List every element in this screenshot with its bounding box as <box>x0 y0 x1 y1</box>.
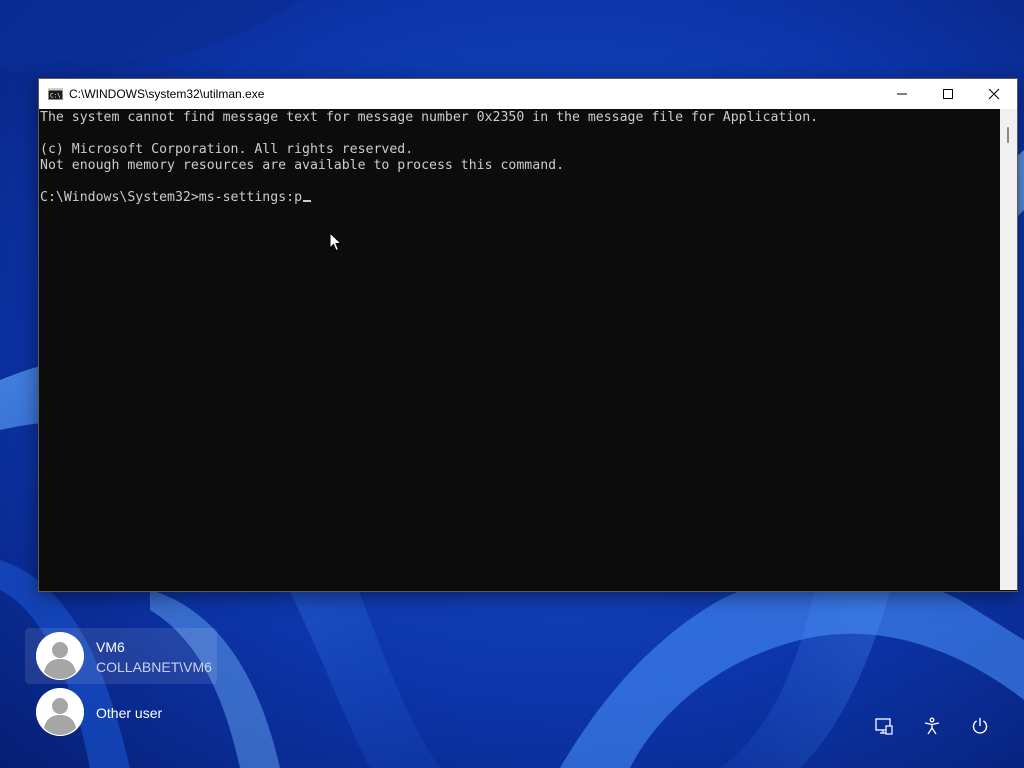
user-name: Other user <box>96 705 163 721</box>
user-name: VM6 <box>96 639 125 655</box>
user-avatar <box>36 632 84 680</box>
console-line: Not enough memory resources are availabl… <box>40 158 565 173</box>
command-input[interactable]: C:\Windows\System32>ms-settings:p <box>40 190 302 205</box>
console-window: C:\ C:\WINDOWS\system32\utilman.exe The … <box>38 78 1018 592</box>
title-bar[interactable]: C:\ C:\WINDOWS\system32\utilman.exe <box>39 79 1017 109</box>
console-icon: C:\ <box>48 88 63 100</box>
accessibility-icon <box>924 717 940 735</box>
vertical-scrollbar[interactable] <box>1000 109 1017 590</box>
scrollbar-thumb[interactable] <box>1007 127 1009 143</box>
user-avatar <box>36 688 84 736</box>
power-icon <box>972 717 988 734</box>
user-tile-vm6[interactable]: VM6 COLLABNET\VM6 <box>25 628 217 684</box>
user-avatar-icon <box>36 688 84 736</box>
window-title: C:\WINDOWS\system32\utilman.exe <box>69 87 265 101</box>
minimize-icon <box>897 93 907 95</box>
accessibility-button[interactable] <box>916 710 948 742</box>
user-tile-other-user[interactable]: Other user <box>25 684 217 740</box>
network-icon <box>875 718 893 735</box>
svg-text:C:\: C:\ <box>50 93 61 100</box>
user-domain: COLLABNET\VM6 <box>96 659 212 675</box>
minimize-button[interactable] <box>879 79 925 109</box>
console-output[interactable]: The system cannot find message text for … <box>39 109 999 589</box>
user-avatar-icon <box>36 632 84 680</box>
mouse-pointer-icon <box>329 232 343 252</box>
console-line: The system cannot find message text for … <box>40 110 819 125</box>
close-button[interactable] <box>971 79 1017 109</box>
maximize-button[interactable] <box>925 79 971 109</box>
text-cursor <box>303 200 312 202</box>
command-prompt-line[interactable]: C:\Windows\System32>ms-settings:p <box>40 190 312 206</box>
maximize-icon <box>943 89 953 99</box>
close-icon <box>988 88 1000 100</box>
power-button[interactable] <box>964 710 996 742</box>
network-button[interactable] <box>868 710 900 742</box>
console-line: (c) Microsoft Corporation. All rights re… <box>40 142 414 157</box>
